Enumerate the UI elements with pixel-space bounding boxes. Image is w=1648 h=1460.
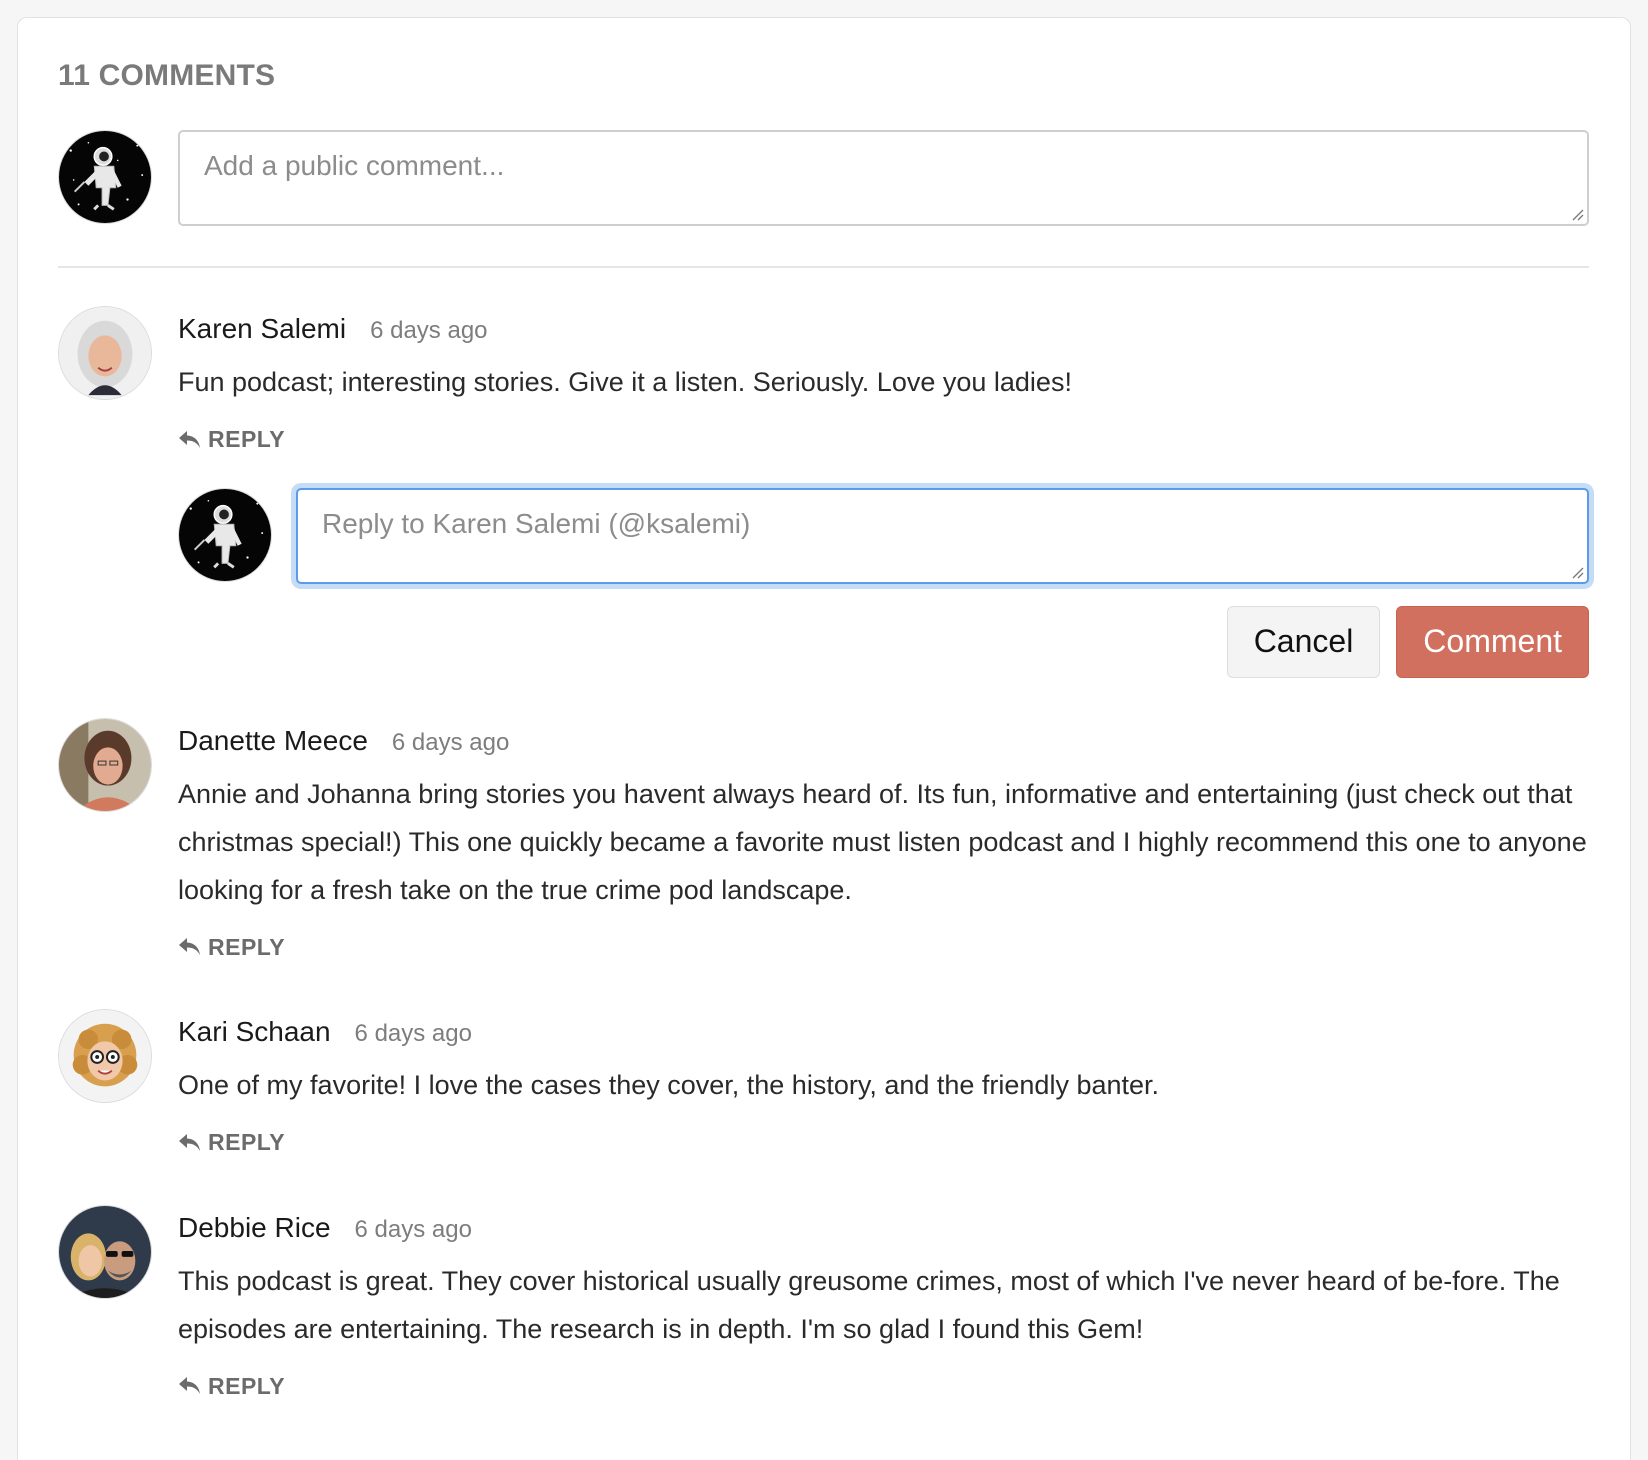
- comment-meta: Danette Meece 6 days ago: [178, 724, 1589, 760]
- karen-avatar-image: [59, 307, 151, 399]
- commenter-avatar: [58, 717, 152, 812]
- reply-input[interactable]: Reply to Karen Salemi (@ksalemi): [296, 487, 1589, 584]
- reply-button[interactable]: REPLY: [178, 426, 285, 453]
- comment-timestamp: 6 days ago: [354, 1215, 472, 1243]
- commenter-avatar: [58, 1204, 152, 1299]
- reply-actions: Cancel Comment: [178, 605, 1589, 678]
- resize-grip-icon[interactable]: [1570, 565, 1584, 579]
- reply-arrow-icon: [179, 1377, 200, 1394]
- comment-meta: Kari Schaan 6 days ago: [178, 1015, 1589, 1051]
- comment-item: Debbie Rice 6 days ago This podcast is g…: [58, 1204, 1589, 1403]
- resize-grip-icon[interactable]: [1570, 207, 1584, 221]
- comment-body: Kari Schaan 6 days ago One of my favorit…: [152, 1009, 1589, 1159]
- comment-author[interactable]: Karen Salemi: [178, 312, 346, 346]
- comment-text: This podcast is great. They cover histor…: [178, 1265, 1560, 1344]
- comment-meta: Debbie Rice 6 days ago: [178, 1211, 1589, 1247]
- reply-button[interactable]: REPLY: [178, 1129, 285, 1156]
- reply-arrow-icon: [179, 1133, 200, 1151]
- comment-count-title: 11 COMMENTS: [58, 59, 276, 92]
- comment-body: Danette Meece 6 days ago Annie and Johan…: [152, 718, 1589, 964]
- danette-avatar-image: [59, 718, 151, 811]
- kari-avatar-image: [59, 1010, 151, 1102]
- comment-author[interactable]: Danette Meece: [178, 724, 368, 758]
- comment-timestamp: 6 days ago: [391, 728, 510, 756]
- comment-composer: Add a public comment...: [58, 130, 1589, 226]
- comment-timestamp: 6 days ago: [370, 317, 488, 344]
- comment-body: Debbie Rice 6 days ago This podcast is g…: [152, 1205, 1589, 1403]
- comment-timestamp: 6 days ago: [354, 1020, 472, 1047]
- comment-body: Karen Salemi 6 days ago Fun podcast; int…: [152, 306, 1589, 678]
- astronaut-avatar-image: [59, 131, 151, 223]
- astronaut-avatar-image: [179, 488, 271, 581]
- comment-item: Danette Meece 6 days ago Annie and Johan…: [58, 717, 1589, 964]
- comments-card: 11 COMMENTS Add a public comment... Kare…: [17, 17, 1631, 1460]
- commenter-avatar: [58, 1009, 152, 1103]
- comment-author[interactable]: Kari Schaan: [178, 1015, 331, 1049]
- comments-section: 11 COMMENTS Add a public comment... Kare…: [58, 58, 1589, 1402]
- cancel-button[interactable]: Cancel: [1226, 605, 1381, 678]
- comment-author[interactable]: Debbie Rice: [178, 1211, 331, 1245]
- current-user-avatar: [178, 487, 272, 582]
- reply-button[interactable]: REPLY: [178, 934, 285, 961]
- commenter-avatar: [58, 306, 152, 400]
- reply-button[interactable]: REPLY: [178, 1373, 285, 1400]
- reply-arrow-icon: [179, 430, 200, 448]
- reply-arrow-icon: [179, 938, 200, 955]
- reply-label: REPLY: [208, 426, 286, 452]
- reply-label: REPLY: [208, 1372, 286, 1399]
- composer-divider: [58, 266, 1589, 268]
- reply-label: REPLY: [208, 933, 286, 960]
- public-comment-input[interactable]: Add a public comment...: [178, 130, 1589, 226]
- comment-meta: Karen Salemi 6 days ago: [178, 312, 1589, 348]
- comment-item: Kari Schaan 6 days ago One of my favorit…: [58, 1009, 1589, 1159]
- reply-placeholder: Reply to Karen Salemi (@ksalemi): [322, 507, 751, 539]
- comment-text: One of my favorite! I love the cases the…: [178, 1070, 1160, 1100]
- debbie-avatar-image: [59, 1205, 151, 1298]
- comment-text: Fun podcast; interesting stories. Give i…: [178, 367, 1072, 397]
- reply-label: REPLY: [208, 1129, 286, 1155]
- comment-item: Karen Salemi 6 days ago Fun podcast; int…: [58, 306, 1589, 678]
- reply-composer: Reply to Karen Salemi (@ksalemi): [178, 487, 1589, 584]
- current-user-avatar: [58, 130, 152, 224]
- comment-submit-button[interactable]: Comment: [1396, 605, 1589, 678]
- public-comment-placeholder: Add a public comment...: [204, 150, 505, 181]
- comment-text: Annie and Johanna bring stories you have…: [178, 778, 1587, 905]
